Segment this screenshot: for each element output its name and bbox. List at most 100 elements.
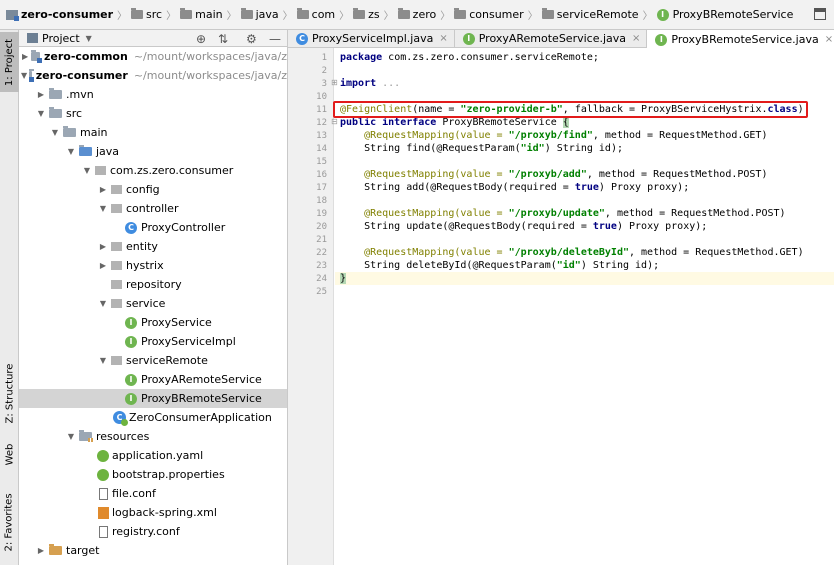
tree-node-serviceremote[interactable]: ▼ serviceRemote xyxy=(19,351,287,370)
tree-node-proxybremoteservice[interactable]: I ProxyBRemoteService xyxy=(19,389,287,408)
tree-node-src[interactable]: ▼ src xyxy=(19,104,287,123)
line-number: 3 xyxy=(321,79,327,89)
interface-icon: I xyxy=(655,33,668,46)
chevron-right-icon: 〉 xyxy=(166,11,177,22)
tree-node-config[interactable]: ▶ config xyxy=(19,180,287,199)
expand-arrow-icon[interactable]: ▶ xyxy=(97,185,109,194)
collapse-arrow-icon[interactable]: ▼ xyxy=(65,147,77,156)
tree-node-target[interactable]: ▶ target xyxy=(19,541,287,560)
breadcrumb-item-zs[interactable]: zs xyxy=(353,8,380,21)
tree-node-mvn[interactable]: ▶ .mvn xyxy=(19,85,287,104)
close-icon[interactable]: × xyxy=(632,33,640,44)
chevron-right-icon: 〉 xyxy=(642,11,653,22)
fold-minus-icon[interactable]: ⊟ xyxy=(331,117,338,126)
tree-node-zeroconsumerapplication[interactable]: C ZeroConsumerApplication xyxy=(19,408,287,427)
package-icon xyxy=(111,204,122,213)
tree-node-proxyserviceimpl[interactable]: I ProxyServiceImpl xyxy=(19,332,287,351)
tree-node-service[interactable]: ▼ service xyxy=(19,294,287,313)
expand-arrow-icon[interactable]: ▶ xyxy=(21,52,29,61)
tree-node-file-conf[interactable]: file.conf xyxy=(19,484,287,503)
expand-arrow-icon[interactable]: ▶ xyxy=(97,261,109,270)
chevron-down-icon[interactable]: ▼ xyxy=(86,34,92,43)
tree-node-zero-common[interactable]: ▶ zero-common ~/mount/workspaces/java/z xyxy=(19,47,287,66)
collapse-arrow-icon[interactable]: ▼ xyxy=(49,128,61,137)
collapse-arrow-icon[interactable]: ▼ xyxy=(65,432,77,441)
breadcrumb-item-zero[interactable]: zero xyxy=(397,8,436,21)
tree-node-application-yaml[interactable]: application.yaml xyxy=(19,446,287,465)
tree-node-zero-consumer[interactable]: ▼ zero-consumer ~/mount/workspaces/java/z xyxy=(19,66,287,85)
spring-boot-class-icon: C xyxy=(113,411,128,426)
tab-proxyaremoteservice[interactable]: I ProxyARemoteService.java × xyxy=(455,30,648,47)
line-number: 15 xyxy=(316,157,327,167)
tab-structure[interactable]: Z: Structure xyxy=(0,358,19,428)
gear-icon[interactable]: ⚙ xyxy=(246,32,257,46)
tab-proxybremoteservice[interactable]: I ProxyBRemoteService.java × xyxy=(647,30,834,49)
folder-icon xyxy=(49,88,62,99)
tree-node-package-root[interactable]: ▼ com.zs.zero.consumer xyxy=(19,161,287,180)
collapse-all-icon[interactable]: ⇅ xyxy=(218,32,228,46)
breadcrumb-item-main[interactable]: main xyxy=(180,8,223,21)
collapse-arrow-icon[interactable]: ▼ xyxy=(97,299,109,308)
hide-icon[interactable]: — xyxy=(269,32,281,46)
tab-web[interactable]: Web xyxy=(0,436,19,472)
tree-node-logback-xml[interactable]: logback-spring.xml xyxy=(19,503,287,522)
project-view-selector[interactable]: Project xyxy=(42,32,80,45)
folder-icon xyxy=(296,8,309,19)
fold-plus-icon[interactable]: ⊞ xyxy=(331,78,338,87)
tab-project[interactable]: 1: Project xyxy=(0,32,19,92)
collapse-arrow-icon[interactable]: ▼ xyxy=(81,166,93,175)
package-icon xyxy=(111,299,122,308)
breadcrumb-item-serviceRemote[interactable]: serviceRemote xyxy=(541,8,639,21)
breadcrumb-item-consumer[interactable]: consumer xyxy=(454,8,524,21)
expand-arrow-icon[interactable]: ▶ xyxy=(35,90,47,99)
tree-node-registry-conf[interactable]: registry.conf xyxy=(19,522,287,541)
code-line-17: @RequestMapping(value = "/proxyb/add", m… xyxy=(340,169,768,180)
tree-node-proxyaremoteservice[interactable]: I ProxyARemoteService xyxy=(19,370,287,389)
breadcrumb-item-com[interactable]: com xyxy=(296,8,335,21)
tab-favorites[interactable]: 2: Favorites xyxy=(0,482,19,562)
breadcrumb-item-src[interactable]: src xyxy=(131,8,162,21)
tree-node-proxycontroller[interactable]: C ProxyController xyxy=(19,218,287,237)
close-icon[interactable]: × xyxy=(825,34,833,45)
close-icon[interactable]: × xyxy=(439,33,447,44)
tree-node-controller[interactable]: ▼ controller xyxy=(19,199,287,218)
expand-arrow-icon[interactable]: ▶ xyxy=(35,546,47,555)
tree-node-repository[interactable]: repository xyxy=(19,275,287,294)
tree-node-java[interactable]: ▼ java xyxy=(19,142,287,161)
code-editor[interactable]: 1 2 3 10 11 12 13 14 15 16 17 18 19 20 2… xyxy=(288,48,834,565)
collapse-arrow-icon[interactable]: ▼ xyxy=(35,109,47,118)
tab-proxyserviceimpl[interactable]: C ProxyServiceImpl.java × xyxy=(288,30,455,47)
folder-icon xyxy=(240,8,253,19)
window-restore-icon[interactable] xyxy=(814,8,826,20)
tree-node-proxyservice[interactable]: I ProxyService xyxy=(19,313,287,332)
chevron-right-icon: 〉 xyxy=(383,11,394,22)
project-view-icon xyxy=(27,33,38,43)
breadcrumb-item-zero-consumer[interactable]: zero-consumer xyxy=(6,8,113,21)
tree-node-bootstrap-properties[interactable]: bootstrap.properties xyxy=(19,465,287,484)
source-folder-icon xyxy=(79,145,92,156)
locate-icon[interactable]: ⊕ xyxy=(196,32,206,46)
tree-node-entity[interactable]: ▶ entity xyxy=(19,237,287,256)
breadcrumb-item-java[interactable]: java xyxy=(240,8,279,21)
breadcrumb-item-proxybremoteservice[interactable]: I ProxyBRemoteService xyxy=(656,8,793,21)
code-line-20: @RequestMapping(value = "/proxyb/update"… xyxy=(340,208,786,219)
interface-icon: I xyxy=(125,392,137,405)
xml-file-icon xyxy=(98,506,109,519)
line-number: 24 xyxy=(316,274,327,284)
chevron-right-icon: 〉 xyxy=(226,11,237,22)
folder-icon xyxy=(541,8,554,19)
collapse-arrow-icon[interactable]: ▼ xyxy=(97,204,109,213)
tree-node-main[interactable]: ▼ main xyxy=(19,123,287,142)
expand-arrow-icon[interactable]: ▶ xyxy=(97,242,109,251)
collapse-arrow-icon[interactable]: ▼ xyxy=(97,356,109,365)
interface-icon: I xyxy=(125,316,137,329)
collapse-arrow-icon[interactable]: ▼ xyxy=(21,71,27,80)
tree-node-hystrix[interactable]: ▶ hystrix xyxy=(19,256,287,275)
chevron-right-icon: 〉 xyxy=(440,11,451,22)
package-icon xyxy=(111,185,122,194)
code-line-21: String update(@RequestBody(required = tr… xyxy=(340,221,708,232)
tree-node-resources[interactable]: ▼ resources xyxy=(19,427,287,446)
interface-icon: I xyxy=(125,335,137,348)
folder-icon xyxy=(454,8,467,19)
navigation-bar: zero-consumer 〉 src 〉 main 〉 java 〉 com … xyxy=(0,0,834,30)
